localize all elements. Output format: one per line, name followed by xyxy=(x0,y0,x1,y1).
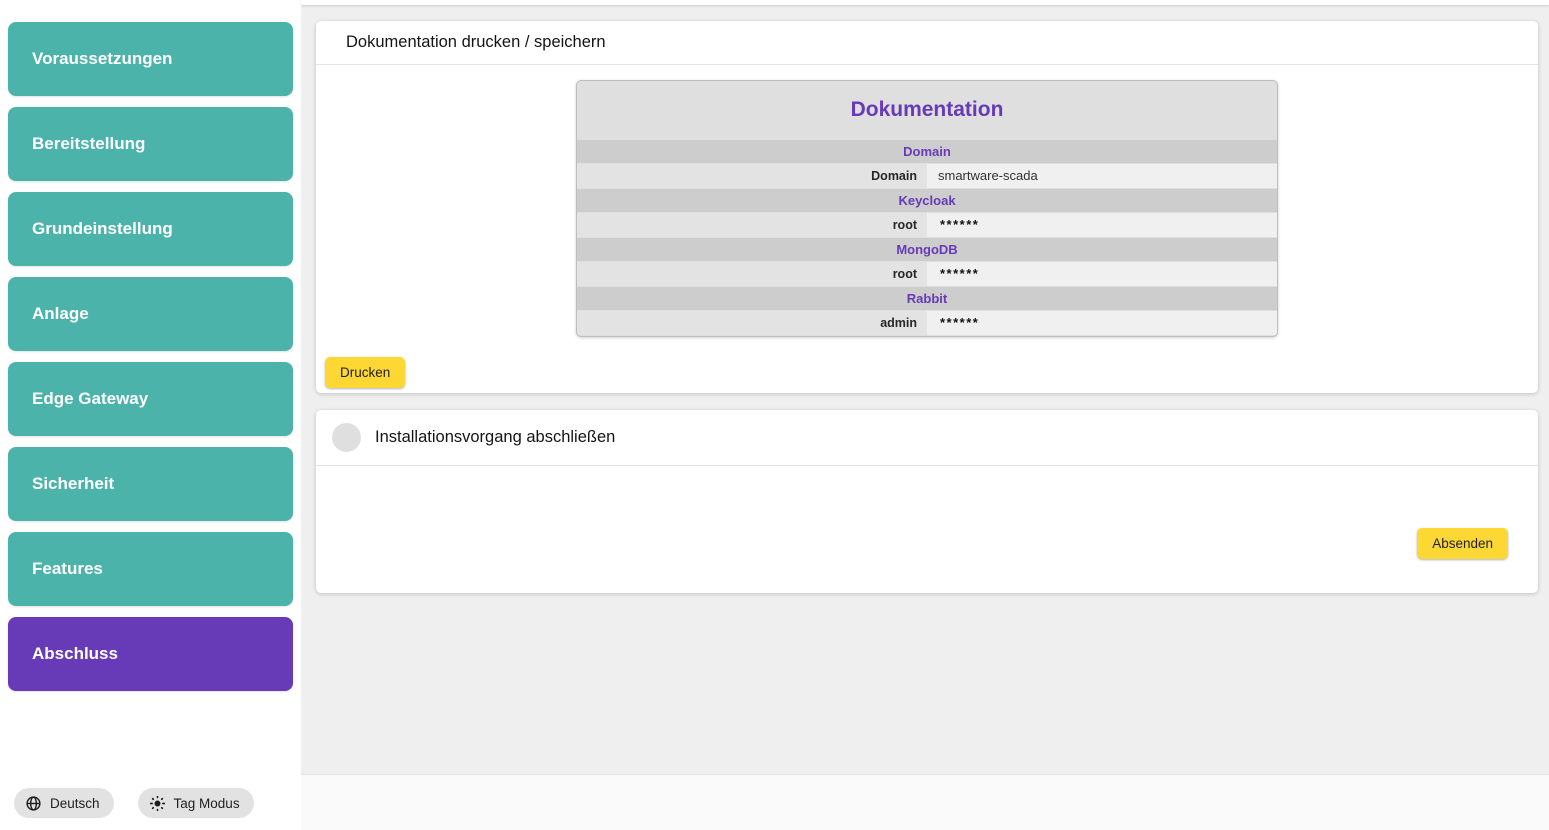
sidebar-item-abschluss[interactable]: Abschluss xyxy=(8,617,293,691)
documentation-preview: Dokumentation DomainDomainsmartware-scad… xyxy=(316,65,1538,337)
doc-row-label: root xyxy=(577,262,927,286)
sidebar-footer: Deutsch Tag Modus xyxy=(14,788,254,818)
finish-card-title: Installationsvorgang abschließen xyxy=(375,428,615,447)
documentation-card-title: Dokumentation drucken / speichern xyxy=(346,33,606,52)
theme-toggle-button[interactable]: Tag Modus xyxy=(138,788,254,818)
sidebar-item-voraussetzungen[interactable]: Voraussetzungen xyxy=(8,22,293,96)
theme-toggle-label: Tag Modus xyxy=(174,796,240,811)
documentation-title: Dokumentation xyxy=(577,81,1277,139)
doc-section-header-domain: Domain xyxy=(577,140,1277,163)
doc-row: root****** xyxy=(577,213,1277,237)
sidebar-item-edge-gateway[interactable]: Edge Gateway xyxy=(8,362,293,436)
doc-row-value-masked: ****** xyxy=(927,311,1277,335)
sidebar-item-sicherheit[interactable]: Sicherheit xyxy=(8,447,293,521)
sidebar-item-bereitstellung[interactable]: Bereitstellung xyxy=(8,107,293,181)
sidebar: Voraussetzungen Bereitstellung Grundeinste… xyxy=(0,0,301,830)
documentation-card: Dokumentation drucken / speichern Dokume… xyxy=(316,21,1538,393)
bottom-strip xyxy=(301,774,1549,830)
doc-row-label: admin xyxy=(577,311,927,335)
doc-row-label: Domain xyxy=(577,164,927,188)
print-button[interactable]: Drucken xyxy=(325,357,405,388)
doc-row-label: root xyxy=(577,213,927,237)
sidebar-nav: Voraussetzungen Bereitstellung Grundeinste… xyxy=(0,0,301,691)
finish-card-body: Absenden xyxy=(316,466,1538,559)
top-strip xyxy=(301,0,1549,5)
status-circle-icon xyxy=(332,423,361,452)
sidebar-item-grundeinstellung[interactable]: Grundeinstellung xyxy=(8,192,293,266)
doc-table-body: DomainDomainsmartware-scadaKeycloakroot*… xyxy=(577,140,1277,335)
doc-section-header-mongodb: MongoDB xyxy=(577,238,1277,261)
documentation-card-header: Dokumentation drucken / speichern xyxy=(316,21,1538,65)
main-content: Dokumentation drucken / speichern Dokume… xyxy=(301,0,1549,830)
language-button-label: Deutsch xyxy=(50,796,100,811)
doc-row-value: smartware-scada xyxy=(927,164,1277,188)
doc-row: admin****** xyxy=(577,311,1277,335)
doc-row-value-masked: ****** xyxy=(927,213,1277,237)
doc-row: Domainsmartware-scada xyxy=(577,164,1277,188)
sidebar-item-features[interactable]: Features xyxy=(8,532,293,606)
sidebar-item-anlage[interactable]: Anlage xyxy=(8,277,293,351)
sun-icon xyxy=(149,795,166,812)
submit-button[interactable]: Absenden xyxy=(1417,528,1508,559)
globe-icon xyxy=(25,795,42,812)
doc-row-value-masked: ****** xyxy=(927,262,1277,286)
doc-section-header-rabbit: Rabbit xyxy=(577,287,1277,310)
documentation-table: Dokumentation DomainDomainsmartware-scad… xyxy=(576,80,1278,337)
doc-section-header-keycloak: Keycloak xyxy=(577,189,1277,212)
language-button[interactable]: Deutsch xyxy=(14,788,114,818)
finish-card: Installationsvorgang abschließen Absende… xyxy=(316,410,1538,593)
doc-row: root****** xyxy=(577,262,1277,286)
finish-card-header: Installationsvorgang abschließen xyxy=(316,410,1538,466)
